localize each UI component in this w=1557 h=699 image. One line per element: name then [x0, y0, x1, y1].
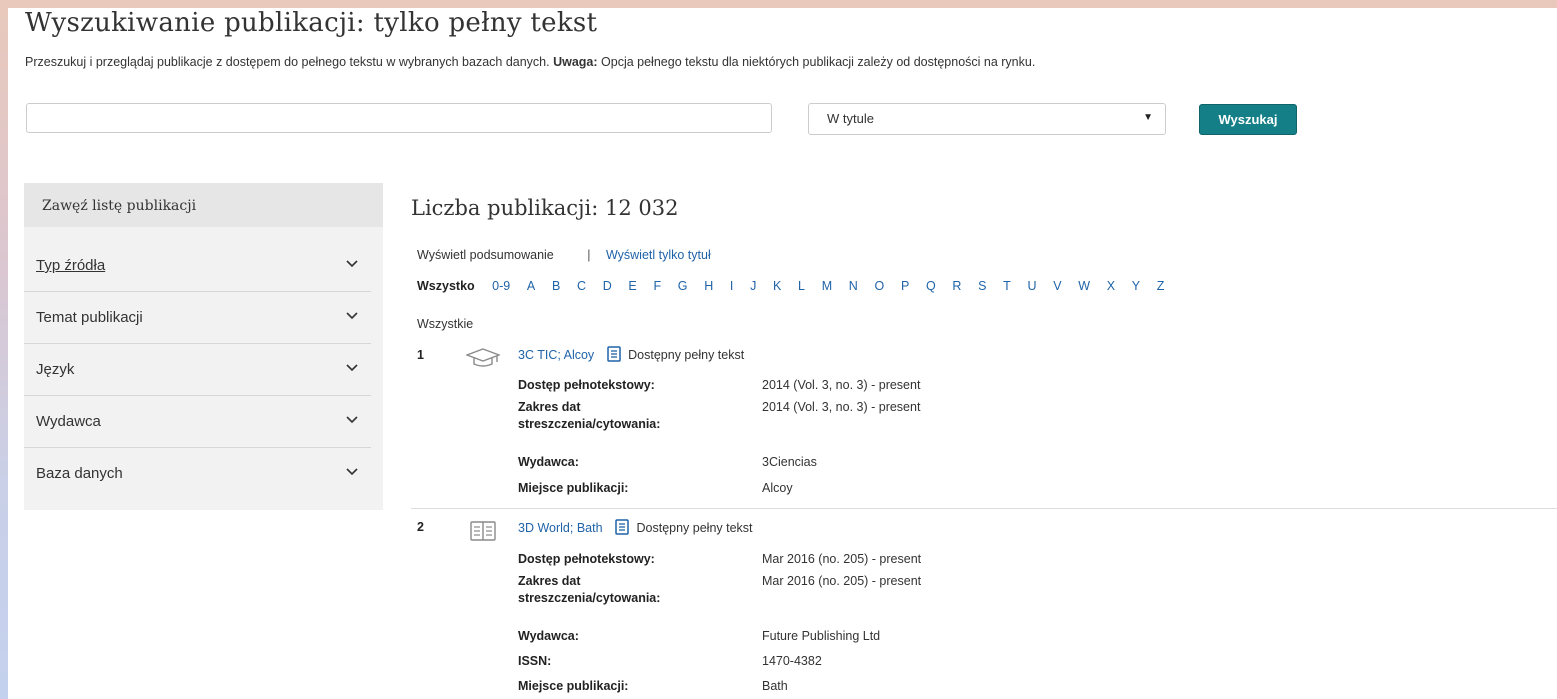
alpha-letter-link[interactable]: J — [750, 279, 756, 293]
alpha-letter-link[interactable]: U — [1027, 279, 1036, 293]
intro-text: Przeszukuj i przeglądaj publikacje z dos… — [25, 55, 1036, 69]
alpha-letter-link[interactable]: O — [875, 279, 885, 293]
alpha-letter-link[interactable]: N — [849, 279, 858, 293]
alpha-letter-link[interactable]: L — [798, 279, 805, 293]
search-input[interactable] — [26, 103, 772, 133]
alpha-letters: 0-9 A B C D E F G H I J K L M N O P Q R S T U V W X Y Z — [492, 279, 1181, 293]
alpha-letter-link[interactable]: Y — [1132, 279, 1140, 293]
alphabet-filter: Wszystko 0-9 A B C D E F G H I J K L M N O P Q R S T U V W X Y Z — [417, 279, 1181, 293]
caret-down-icon: ▼ — [1143, 112, 1153, 123]
facet-publisher[interactable]: Wydawca — [24, 396, 371, 448]
results-count: Liczba publikacji: 12 032 — [411, 196, 679, 220]
alpha-letter-link[interactable]: C — [577, 279, 586, 293]
alpha-letter-link[interactable]: P — [901, 279, 909, 293]
full-text-label: Dostępny pełny tekst — [628, 348, 745, 362]
alpha-letter-link[interactable]: W — [1078, 279, 1090, 293]
alpha-letter-link[interactable]: B — [552, 279, 560, 293]
record-title-line: 3C TIC; Alcoy Dostępny pełny tekst — [518, 346, 744, 362]
alpha-letter-link[interactable]: X — [1107, 279, 1115, 293]
alpha-letter-link[interactable]: F — [653, 279, 661, 293]
chevron-down-icon[interactable] — [345, 360, 359, 374]
alpha-letter-link[interactable]: S — [978, 279, 986, 293]
facet-database[interactable]: Baza danych — [24, 448, 371, 500]
full-text-label: Dostępny pełny tekst — [636, 521, 753, 535]
view-summary-option[interactable]: Wyświetl podsumowanie — [417, 248, 554, 262]
search-scope-value: W tytule — [827, 111, 874, 126]
facet-label: Wydawca — [36, 413, 101, 430]
alpha-letter-link[interactable]: I — [730, 279, 733, 293]
alpha-letter-link[interactable]: D — [603, 279, 612, 293]
full-text-document-icon[interactable] — [615, 519, 629, 535]
record-number: 2 — [417, 520, 424, 534]
intro-note-label: Uwaga: — [553, 55, 598, 69]
facet-source-type[interactable]: Typ źródła — [24, 240, 371, 292]
record-title-line: 3D World; Bath Dostępny pełny tekst — [518, 519, 753, 535]
intro-note-text: Opcja pełnego tekstu dla niektórych publ… — [601, 55, 1036, 69]
alpha-letter-link[interactable]: Q — [926, 279, 936, 293]
alpha-letter-link[interactable]: M — [822, 279, 832, 293]
facet-label: Temat publikacji — [36, 309, 143, 326]
search-scope-select[interactable]: W tytule ▼ — [808, 103, 1166, 135]
record-title-link[interactable]: 3D World; Bath — [518, 521, 603, 535]
record-divider — [411, 508, 1557, 509]
alpha-letter-link[interactable]: A — [527, 279, 535, 293]
group-label: Wszystkie — [417, 317, 474, 331]
graduation-cap-icon — [466, 348, 500, 367]
sidebar-heading: Zawęź listę publikacji — [24, 183, 383, 227]
alpha-letter-link[interactable]: V — [1053, 279, 1061, 293]
alpha-letter-link[interactable]: T — [1003, 279, 1011, 293]
view-separator: | — [587, 248, 591, 262]
record-title-link[interactable]: 3C TIC; Alcoy — [518, 348, 594, 362]
chevron-down-icon[interactable] — [345, 256, 359, 270]
chevron-down-icon[interactable] — [345, 464, 359, 478]
page-title: Wyszukiwanie publikacji: tylko pełny tek… — [25, 8, 598, 38]
alpha-letter-link[interactable]: E — [628, 279, 636, 293]
alpha-letter-link[interactable]: K — [773, 279, 781, 293]
facet-label: Baza danych — [36, 465, 123, 482]
full-text-document-icon[interactable] — [606, 346, 621, 362]
facet-label: Język — [36, 361, 75, 378]
page-container: Wyszukiwanie publikacji: tylko pełny tek… — [8, 8, 1557, 699]
chevron-down-icon[interactable] — [345, 412, 359, 426]
alpha-all[interactable]: Wszystko — [417, 279, 475, 293]
sidebar-filters: Zawęź listę publikacji Typ źródła Temat … — [24, 183, 383, 510]
record-number: 1 — [417, 348, 424, 362]
alpha-letter-link[interactable]: G — [678, 279, 688, 293]
alpha-letter-link[interactable]: H — [704, 279, 713, 293]
alpha-letter-link[interactable]: R — [952, 279, 961, 293]
magazine-icon — [470, 521, 496, 541]
facet-label[interactable]: Typ źródła — [36, 257, 105, 274]
facet-subject[interactable]: Temat publikacji — [24, 292, 371, 344]
view-title-only-link[interactable]: Wyświetl tylko tytuł — [606, 248, 711, 262]
alpha-letter-link[interactable]: 0-9 — [492, 279, 510, 293]
search-button[interactable]: Wyszukaj — [1199, 104, 1297, 135]
alpha-letter-link[interactable]: Z — [1157, 279, 1165, 293]
view-options: Wyświetl podsumowanie | Wyświetl tylko t… — [417, 248, 711, 262]
facet-language[interactable]: Język — [24, 344, 371, 396]
chevron-down-icon[interactable] — [345, 308, 359, 322]
